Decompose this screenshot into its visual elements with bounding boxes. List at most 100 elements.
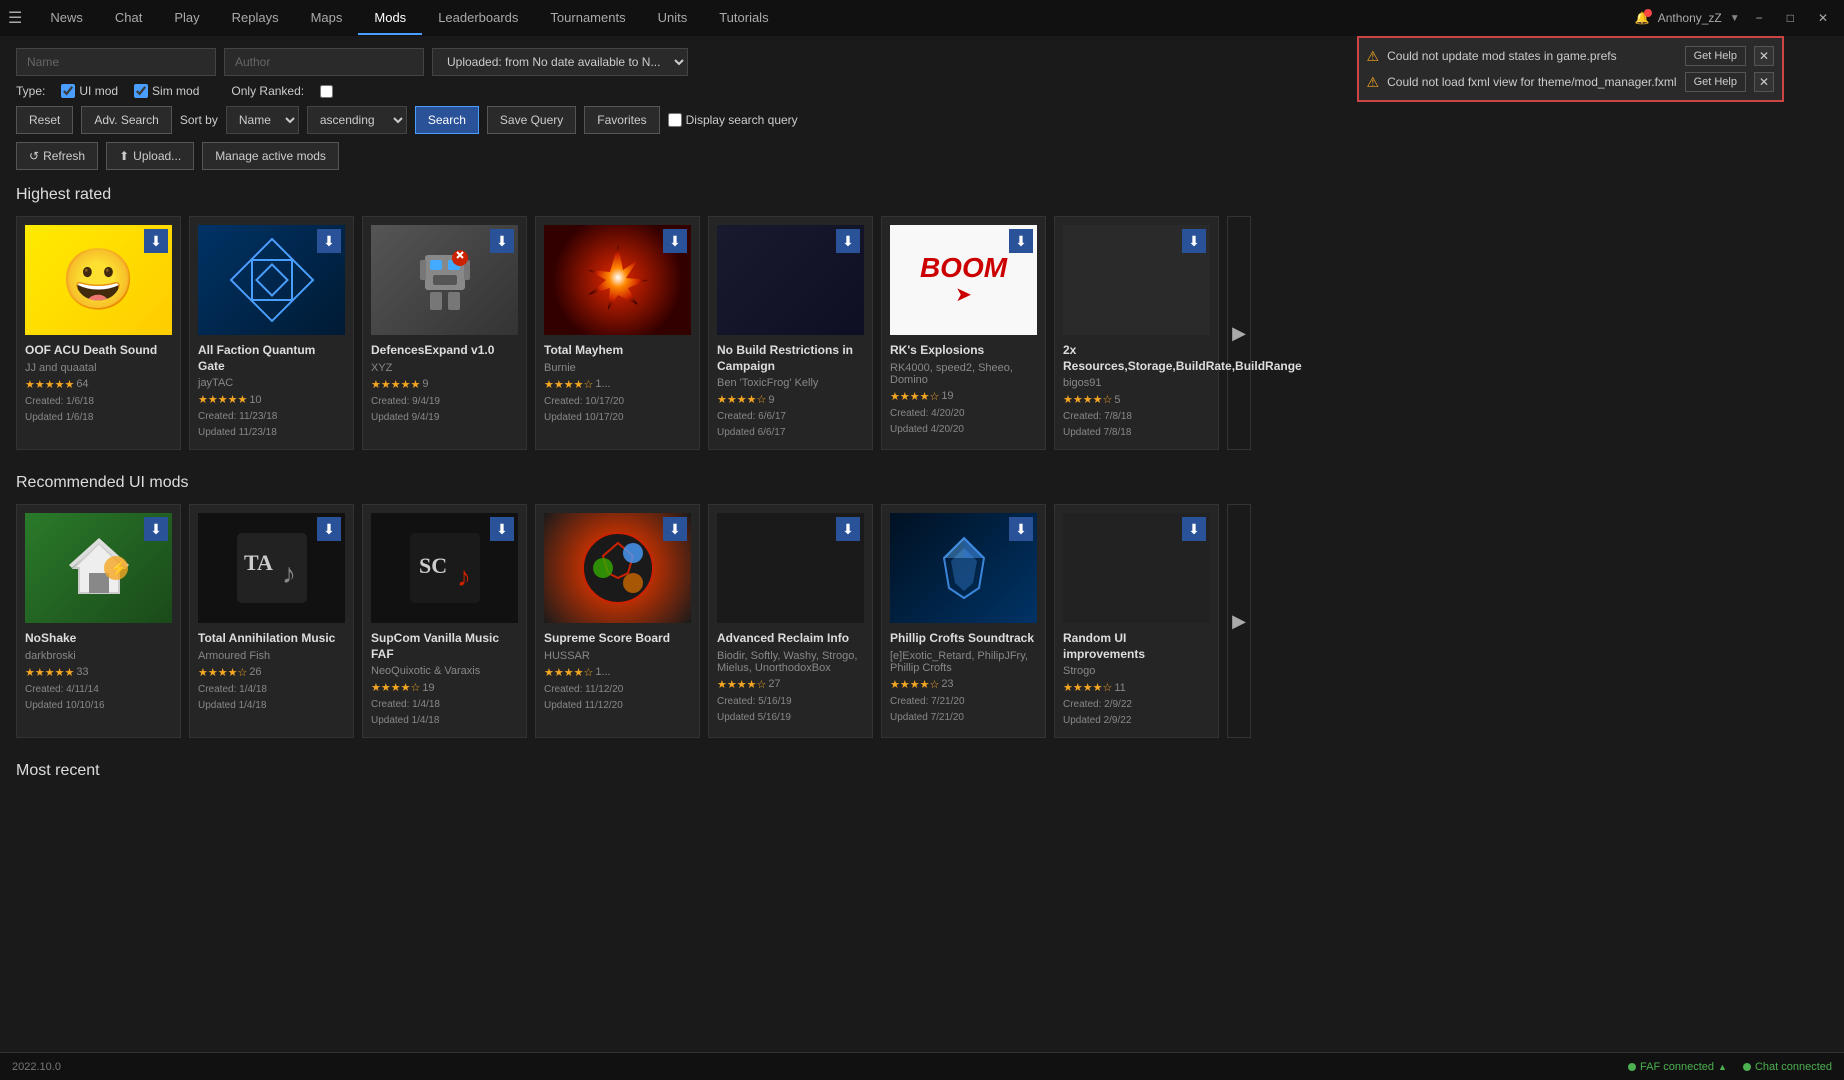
maximize-button[interactable]: □ (1779, 7, 1802, 29)
mod-name-quantum: All Faction Quantum Gate (198, 343, 345, 374)
sort-by-select[interactable]: Name Date Rating (226, 106, 299, 134)
scroll-right-highest[interactable]: ▶ (1227, 216, 1251, 450)
favorites-button[interactable]: Favorites (584, 106, 659, 134)
mod-card-ta-music[interactable]: TA ♪ ⬇ Total Annihilation Music Armoured… (189, 504, 354, 738)
tab-leaderboards[interactable]: Leaderboards (422, 2, 534, 35)
mod-card-oof[interactable]: 😀 ⬇ OOF ACU Death Sound JJ and quaatal ★… (16, 216, 181, 450)
name-input[interactable] (16, 48, 216, 76)
mod-author-mayhem: Burnie (544, 362, 691, 374)
get-help-button-2[interactable]: Get Help (1685, 72, 1746, 92)
install-button-defences[interactable]: ⬇ (490, 229, 514, 253)
tab-tutorials[interactable]: Tutorials (703, 2, 784, 35)
close-notification-2[interactable]: ✕ (1754, 72, 1774, 92)
sort-by-label: Sort by (180, 113, 218, 127)
get-help-button-1[interactable]: Get Help (1685, 46, 1746, 66)
install-button-nobuild[interactable]: ⬇ (836, 229, 860, 253)
mod-name-boom: RK's Explosions (890, 343, 1037, 359)
dropdown-arrow-icon[interactable]: ▼ (1730, 13, 1740, 24)
mod-name-oof: OOF ACU Death Sound (25, 343, 172, 359)
install-button-supcom[interactable]: ⬇ (490, 517, 514, 541)
refresh-icon: ↺ (29, 149, 39, 163)
install-button-ta-music[interactable]: ⬇ (317, 517, 341, 541)
mod-card-score[interactable]: ⬇ Supreme Score Board HUSSAR ★★★★☆ 1... … (535, 504, 700, 738)
mod-card-boom[interactable]: BOOM ➤ ⬇ RK's Explosions RK4000, speed2,… (881, 216, 1046, 450)
manage-active-mods-button[interactable]: Manage active mods (202, 142, 339, 170)
display-query-checkbox[interactable] (668, 113, 682, 127)
main-content: Uploaded: from No date available to N...… (0, 36, 1844, 804)
sim-mod-checkbox[interactable] (134, 84, 148, 98)
username-label[interactable]: Anthony_zZ (1658, 11, 1722, 25)
tab-news[interactable]: News (34, 2, 99, 35)
mod-stars-nobuild: ★★★★☆ 9 (717, 393, 864, 406)
tab-play[interactable]: Play (158, 2, 215, 35)
install-button-boom[interactable]: ⬇ (1009, 229, 1033, 253)
titlebar-left: ☰ News Chat Play Replays Maps Mods Leade… (8, 2, 785, 35)
mod-name-defences: DefencesExpand v1.0 (371, 343, 518, 359)
mod-author-random-ui: Strogo (1063, 665, 1210, 677)
mod-card-random-ui[interactable]: ⬇ Random UI improvements Strogo ★★★★☆ 11… (1054, 504, 1219, 738)
ui-mod-checkbox[interactable] (61, 84, 75, 98)
mod-name-supcom: SupCom Vanilla Music FAF (371, 631, 518, 662)
mod-card-phillip[interactable]: ⬇ Phillip Crofts Soundtrack [e]Exotic_Re… (881, 504, 1046, 738)
mod-stars-supcom: ★★★★☆ 19 (371, 681, 518, 694)
mod-thumb-2x: ⬇ (1063, 225, 1210, 335)
author-input[interactable] (224, 48, 424, 76)
tab-replays[interactable]: Replays (216, 2, 295, 35)
refresh-button[interactable]: ↺ Refresh (16, 142, 98, 170)
upload-button[interactable]: ⬆ Upload... (106, 142, 194, 170)
upload-date-dropdown[interactable]: Uploaded: from No date available to N... (432, 48, 688, 76)
mod-author-supcom: NeoQuixotic & Varaxis (371, 665, 518, 677)
scroll-right-recommended[interactable]: ▶ (1227, 504, 1251, 738)
tab-tournaments[interactable]: Tournaments (534, 2, 641, 35)
mod-card-supcom[interactable]: SC ♪ ⬇ SupCom Vanilla Music FAF NeoQuixo… (362, 504, 527, 738)
sim-mod-checkbox-label[interactable]: Sim mod (134, 84, 199, 98)
install-button-score[interactable]: ⬇ (663, 517, 687, 541)
mod-dates-boom: Created: 4/20/20 Updated 4/20/20 (890, 406, 1037, 438)
ui-mod-checkbox-label[interactable]: UI mod (61, 84, 118, 98)
notification-bell[interactable]: 🔔 (1635, 11, 1650, 25)
install-icon: ⬇ (842, 521, 854, 538)
install-button-2x[interactable]: ⬇ (1182, 229, 1206, 253)
install-button-oof[interactable]: ⬇ (144, 229, 168, 253)
only-ranked-checkbox[interactable] (320, 85, 333, 98)
mod-thumb-mayhem: ⬇ (544, 225, 691, 335)
tab-chat[interactable]: Chat (99, 2, 158, 35)
mod-card-quantum[interactable]: ⬇ All Faction Quantum Gate jayTAC ★★★★★ … (189, 216, 354, 450)
mod-card-reclaim[interactable]: ⬇ Advanced Reclaim Info Biodir, Softly, … (708, 504, 873, 738)
tab-maps[interactable]: Maps (295, 2, 359, 35)
display-query-label[interactable]: Display search query (668, 113, 798, 127)
crystal-svg (929, 533, 999, 603)
search-button[interactable]: Search (415, 106, 479, 134)
faf-status-dot (1628, 1063, 1636, 1071)
chat-status: Chat connected (1743, 1061, 1832, 1073)
mod-card-2x[interactable]: ⬇ 2x Resources,Storage,BuildRate,BuildRa… (1054, 216, 1219, 450)
reset-button[interactable]: Reset (16, 106, 73, 134)
mod-stars-score: ★★★★☆ 1... (544, 666, 691, 679)
close-button[interactable]: ✕ (1810, 7, 1836, 29)
nav-tabs: News Chat Play Replays Maps Mods Leaderb… (34, 2, 784, 35)
mod-card-mayhem[interactable]: ⬇ Total Mayhem Burnie ★★★★☆ 1... Created… (535, 216, 700, 450)
mod-card-defences[interactable]: ⬇ DefencesExpand v1.0 XYZ ★★★★★ 9 Create… (362, 216, 527, 450)
tab-mods[interactable]: Mods (358, 2, 422, 35)
version-label: 2022.10.0 (12, 1061, 61, 1073)
most-recent-title: Most recent (16, 762, 1828, 780)
boom-arrow-icon: ➤ (955, 282, 972, 307)
mod-stars-oof: ★★★★★ 64 (25, 378, 172, 391)
install-button-noshake[interactable]: ⬇ (144, 517, 168, 541)
minimize-button[interactable]: − (1748, 7, 1771, 29)
install-button-phillip[interactable]: ⬇ (1009, 517, 1033, 541)
mod-card-noshake[interactable]: ⚡ ⬇ NoShake darkbroski ★★★★★ 33 Created:… (16, 504, 181, 738)
install-button-mayhem[interactable]: ⬇ (663, 229, 687, 253)
sort-order-select[interactable]: ascending descending (307, 106, 407, 134)
hamburger-icon[interactable]: ☰ (8, 8, 22, 28)
titlebar: ☰ News Chat Play Replays Maps Mods Leade… (0, 0, 1844, 36)
install-button-quantum[interactable]: ⬇ (317, 229, 341, 253)
install-button-reclaim[interactable]: ⬇ (836, 517, 860, 541)
adv-search-button[interactable]: Adv. Search (81, 106, 171, 134)
mod-card-nobuild[interactable]: ⬇ No Build Restrictions in Campaign Ben … (708, 216, 873, 450)
install-button-random-ui[interactable]: ⬇ (1182, 517, 1206, 541)
close-notification-1[interactable]: ✕ (1754, 46, 1774, 66)
mod-name-mayhem: Total Mayhem (544, 343, 691, 359)
save-query-button[interactable]: Save Query (487, 106, 576, 134)
tab-units[interactable]: Units (642, 2, 704, 35)
